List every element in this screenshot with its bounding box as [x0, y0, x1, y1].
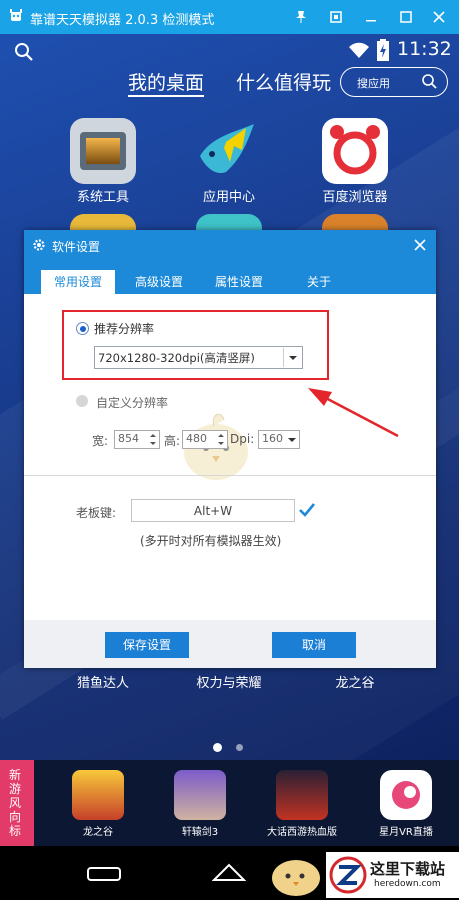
width-label: 宽: — [92, 434, 109, 448]
chevron-down-icon — [288, 438, 296, 442]
boss-key-input[interactable]: Alt+W — [131, 499, 295, 522]
dpi-label: Dpi: — [230, 432, 255, 446]
site-watermark: 这里下载站 heredown.com — [326, 852, 459, 898]
game-label: 龙之谷 — [83, 827, 113, 838]
app-center-icon[interactable] — [196, 122, 262, 182]
checkmark-icon — [299, 503, 316, 517]
home-icon[interactable] — [212, 862, 246, 882]
new-games-side-badge: 新游风向标 — [0, 760, 34, 846]
page-indicator-active — [213, 743, 222, 752]
dialog-title: 软件设置 — [52, 240, 101, 254]
restore-icon[interactable] — [325, 6, 347, 28]
search-icon — [422, 74, 437, 89]
height-input[interactable]: 480 — [182, 430, 228, 449]
app-search-box[interactable]: 搜应用 — [340, 67, 448, 97]
z-logo-icon — [329, 856, 367, 894]
new-games-strip: 新游风向标 龙之谷 轩辕剑3 大话西游热血版 星月VR直播 — [0, 760, 459, 846]
window-titlebar: 靠谱天天模拟器 2.0.3 检测模式 — [0, 0, 459, 34]
close-icon[interactable] — [428, 6, 450, 28]
status-time: 11:32 — [397, 38, 452, 60]
game-icon-xuanyuan[interactable] — [174, 770, 226, 820]
app-label-dragon-nest: 龙之谷 — [335, 676, 375, 691]
close-icon[interactable] — [414, 239, 426, 251]
app-label-fishing: 猎鱼达人 — [76, 676, 129, 691]
watermark-title: 这里下载站 — [370, 860, 446, 878]
game-icon-dragon-nest[interactable] — [72, 770, 124, 820]
app-label-system-tools: 系统工具 — [76, 190, 129, 205]
tab-about[interactable]: 关于 — [282, 270, 356, 294]
spinner-icon[interactable] — [215, 431, 227, 448]
settings-dialog: 软件设置 常用设置 高级设置 属性设置 关于 推荐分辨率 720x1280-32… — [24, 230, 436, 668]
cancel-button[interactable]: 取消 — [272, 632, 356, 658]
tab-common-settings[interactable]: 常用设置 — [41, 270, 115, 294]
app-label-power-glory: 权力与荣耀 — [196, 676, 262, 691]
highlight-box — [62, 310, 329, 380]
active-tab-underline — [128, 95, 204, 97]
app-label-app-center: 应用中心 — [202, 190, 255, 205]
minimize-icon[interactable] — [360, 6, 382, 28]
height-label: 高: — [164, 434, 181, 448]
game-label: 大话西游热血版 — [267, 827, 337, 838]
custom-label: 自定义分辨率 — [96, 396, 169, 410]
custom-radio[interactable] — [76, 395, 88, 407]
pin-icon[interactable] — [290, 6, 312, 28]
window-title: 靠谱天天模拟器 2.0.3 检测模式 — [30, 13, 215, 28]
maximize-icon[interactable] — [395, 6, 417, 28]
tab-worth-playing[interactable]: 什么值得玩 — [236, 68, 331, 95]
battery-charging-icon — [377, 39, 389, 61]
app-logo-icon — [10, 9, 22, 21]
gear-icon — [33, 239, 45, 251]
baidu-browser-icon[interactable] — [322, 118, 388, 184]
dialog-footer — [24, 620, 436, 668]
page-indicator — [236, 744, 243, 751]
search-icon[interactable] — [14, 42, 34, 62]
tab-property-settings[interactable]: 属性设置 — [202, 270, 276, 294]
game-icon-starmoon-vr[interactable] — [380, 770, 432, 820]
mascot-watermark-icon — [272, 860, 320, 896]
save-button[interactable]: 保存设置 — [105, 632, 189, 658]
back-icon[interactable] — [86, 865, 122, 883]
boss-key-note: (多开时对所有模拟器生效) — [140, 534, 282, 548]
width-input[interactable]: 854 — [114, 430, 160, 449]
game-icon-westward[interactable] — [276, 770, 328, 820]
spinner-icon[interactable] — [147, 431, 159, 448]
android-navbar: 这里下载站 heredown.com — [0, 846, 459, 900]
boss-key-label: 老板键: — [76, 506, 117, 520]
dpi-select[interactable]: 160 — [258, 430, 300, 449]
game-label: 轩辕剑3 — [181, 827, 219, 838]
red-arrow-annotation — [308, 388, 399, 438]
watermark-url: heredown.com — [374, 879, 441, 889]
wifi-icon — [349, 42, 369, 58]
game-label: 星月VR直播 — [379, 827, 433, 838]
tab-my-desktop[interactable]: 我的桌面 — [128, 68, 204, 95]
tab-advanced-settings[interactable]: 高级设置 — [122, 270, 196, 294]
search-placeholder: 搜应用 — [357, 77, 390, 90]
dialog-header: 软件设置 常用设置 高级设置 属性设置 关于 — [24, 230, 436, 294]
system-tools-icon[interactable] — [70, 118, 136, 184]
app-label-baidu-browser: 百度浏览器 — [322, 190, 388, 205]
divider — [24, 475, 436, 476]
